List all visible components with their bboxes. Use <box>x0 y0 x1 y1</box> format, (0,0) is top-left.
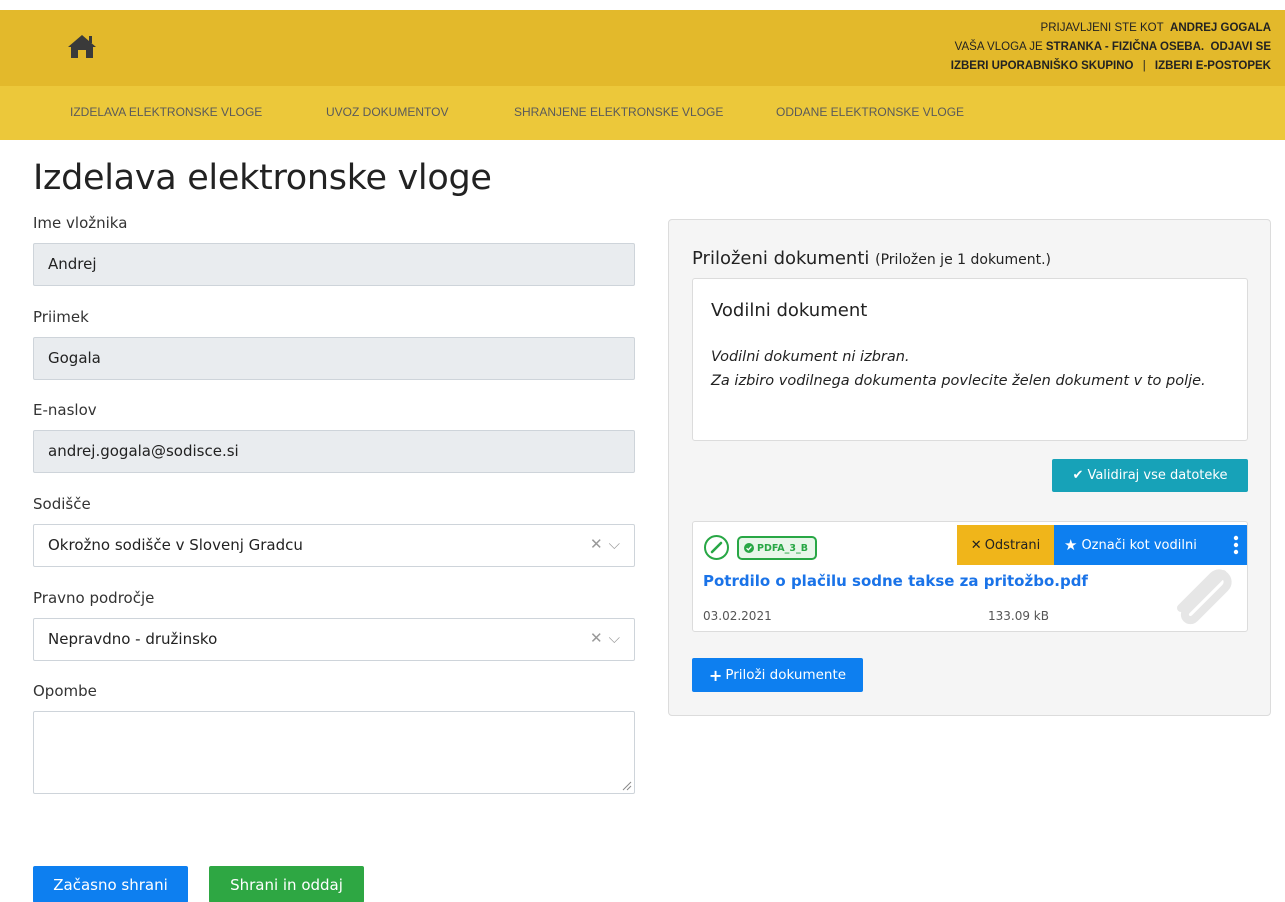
nav-item-saved[interactable]: SHRANJENE ELEKTRONSKE VLOGE <box>514 105 723 119</box>
guide-title: Vodilni dokument <box>711 300 868 321</box>
logout-link[interactable]: ODJAVI SE <box>1211 41 1272 53</box>
attachments-title: Priloženi dokumenti (Priložen je 1 dokum… <box>692 248 1051 269</box>
save-draft-button[interactable]: Začasno shrani <box>33 866 188 902</box>
clear-icon[interactable]: ✕ <box>590 629 603 647</box>
check-circle-icon <box>744 543 754 553</box>
first-name-label: Ime vložnika <box>33 214 128 232</box>
top-header: PRIJAVLJENI STE KOT ANDREJ GOGALA VAŠA V… <box>0 10 1285 86</box>
document-date: 03.02.2021 <box>703 609 772 623</box>
choose-procedure-link[interactable]: IZBERI E-POSTOPEK <box>1155 60 1271 72</box>
court-label: Sodišče <box>33 495 91 513</box>
legal-area-select[interactable]: Nepravdno - družinsko ✕ ⌵ <box>33 618 635 661</box>
document-size: 133.09 kB <box>988 609 1049 623</box>
check-icon: ✔ <box>1072 468 1084 483</box>
nav-item-submitted[interactable]: ODDANE ELEKTRONSKE VLOGE <box>776 105 964 119</box>
pdfa-status-badge: PDFA_3_B <box>737 536 817 560</box>
nav-item-import[interactable]: UVOZ DOKUMENTOV <box>326 105 448 119</box>
close-icon: ✕ <box>970 537 982 553</box>
user-name: ANDREJ GOGALA <box>1170 22 1271 34</box>
remove-label: Odstrani <box>984 537 1041 553</box>
choose-group-link[interactable]: IZBERI UPORABNIŠKO SKUPINO <box>951 60 1134 72</box>
resize-handle-icon[interactable] <box>622 781 632 791</box>
header-separator: | <box>1142 60 1146 72</box>
star-icon: ★ <box>1064 536 1078 554</box>
nav-item-create[interactable]: IZDELAVA ELEKTRONSKE VLOGE <box>70 105 262 119</box>
email-label: E-naslov <box>33 401 97 419</box>
document-name-link[interactable]: Potrdilo o plačilu sodne takse za pritož… <box>703 572 1088 590</box>
home-icon[interactable] <box>66 32 98 60</box>
mark-as-guide-button[interactable]: ★ Označi kot vodilni <box>1054 525 1247 565</box>
paperclip-icon <box>1177 569 1232 625</box>
first-name-field[interactable]: Andrej <box>33 243 635 286</box>
main-nav: IZDELAVA ELEKTRONSKE VLOGE UVOZ DOKUMENT… <box>0 86 1285 140</box>
user-line-prefix: PRIJAVLJENI STE KOT <box>1040 22 1164 34</box>
document-card[interactable]: PDFA_3_B ✕ Odstrani ★ Označi kot vodilni… <box>692 521 1248 632</box>
pdfa-badge-label: PDFA_3_B <box>757 542 808 554</box>
attachments-title-text: Priloženi dokumenti <box>692 248 870 269</box>
guide-text-line1: Vodilni dokument ni izbran. <box>711 349 910 365</box>
guide-document-dropzone[interactable]: Vodilni dokument Vodilni dokument ni izb… <box>692 278 1248 441</box>
page-title: Izdelava elektronske vloge <box>33 158 492 198</box>
edit-icon[interactable] <box>704 535 729 560</box>
guide-text-line2: Za izbiro vodilnega dokumenta povlecite … <box>711 373 1206 389</box>
court-select[interactable]: Okrožno sodišče v Slovenj Gradcu ✕ ⌵ <box>33 524 635 567</box>
clear-icon[interactable]: ✕ <box>590 535 603 553</box>
validate-all-label: Validiraj vse datoteke <box>1087 468 1228 483</box>
user-role: STRANKA - FIZIČNA OSEBA. <box>1045 41 1205 53</box>
notes-label: Opombe <box>33 682 97 700</box>
legal-area-label: Pravno področje <box>33 589 155 607</box>
mark-as-guide-label: Označi kot vodilni <box>1081 537 1197 553</box>
remove-document-button[interactable]: ✕ Odstrani <box>957 525 1054 565</box>
attachments-panel: Priloženi dokumenti (Priložen je 1 dokum… <box>668 219 1271 716</box>
plus-icon: + <box>708 665 723 685</box>
attachments-count: (Priložen je 1 dokument.) <box>875 252 1052 268</box>
last-name-label: Priimek <box>33 308 89 326</box>
legal-area-select-value: Nepravdno - družinsko <box>48 630 218 648</box>
role-prefix: VAŠA VLOGA JE <box>954 41 1043 53</box>
email-field[interactable]: andrej.gogala@sodisce.si <box>33 430 635 473</box>
chevron-down-icon[interactable]: ⌵ <box>609 629 620 647</box>
guide-text: Vodilni dokument ni izbran. Za izbiro vo… <box>711 345 1211 393</box>
court-select-value: Okrožno sodišče v Slovenj Gradcu <box>48 536 303 554</box>
more-options-icon[interactable] <box>1233 535 1239 555</box>
attach-documents-label: Priloži dokumente <box>725 667 847 683</box>
save-submit-button[interactable]: Shrani in oddaj <box>209 866 364 902</box>
chevron-down-icon[interactable]: ⌵ <box>609 535 620 553</box>
attach-documents-button[interactable]: + Priloži dokumente <box>692 658 863 692</box>
last-name-field[interactable]: Gogala <box>33 337 635 380</box>
validate-all-button[interactable]: ✔ Validiraj vse datoteke <box>1052 459 1248 492</box>
notes-textarea[interactable] <box>33 711 635 794</box>
user-info: PRIJAVLJENI STE KOT ANDREJ GOGALA VAŠA V… <box>951 19 1271 76</box>
